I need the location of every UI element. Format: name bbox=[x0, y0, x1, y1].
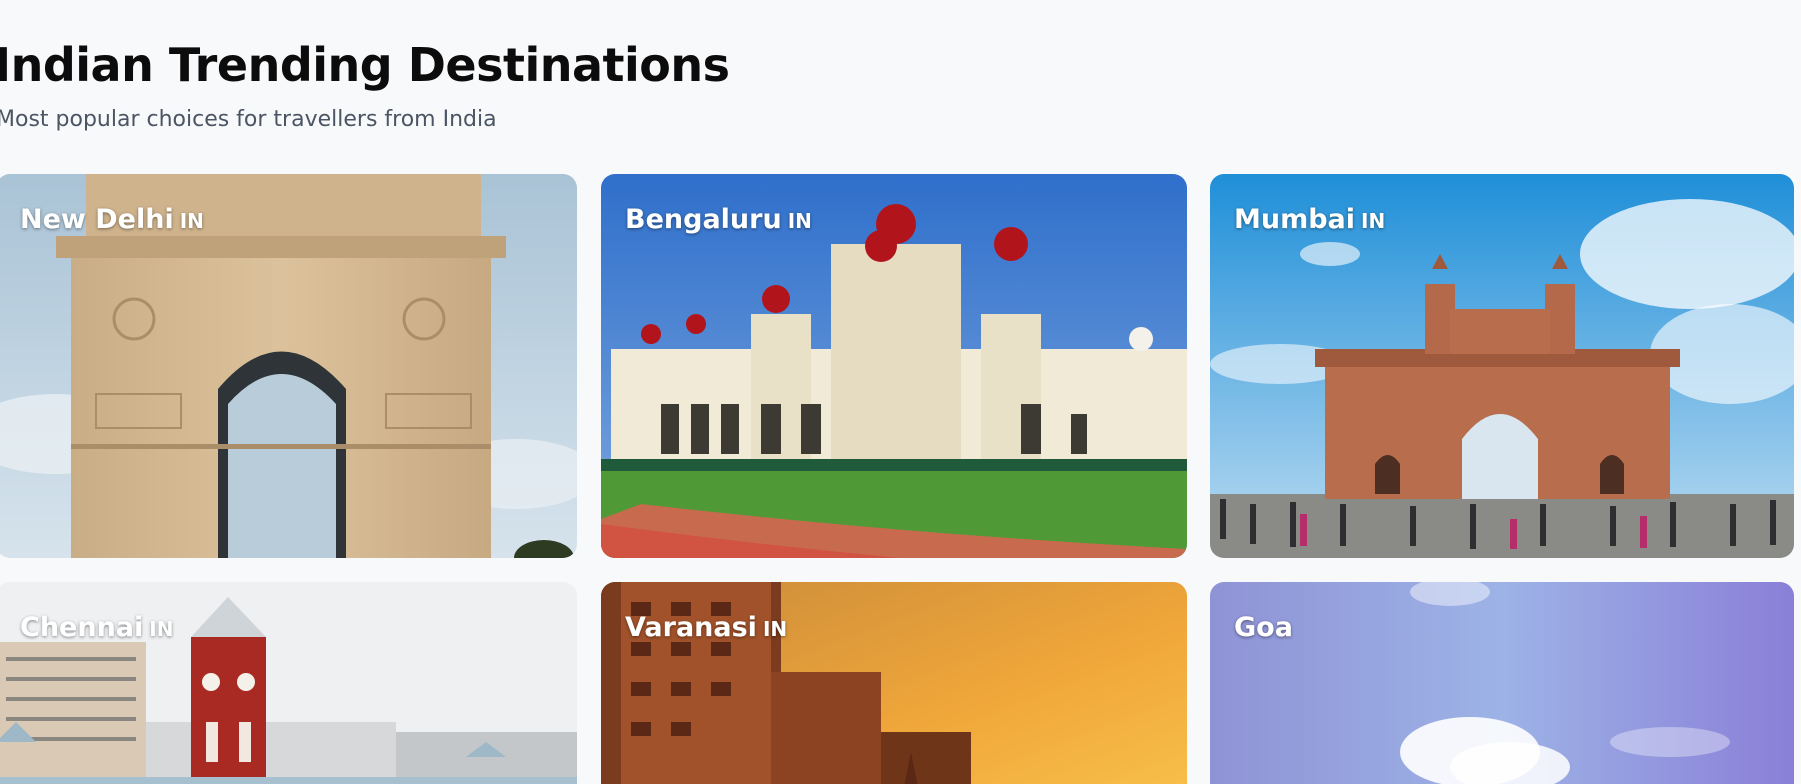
country-code: IN bbox=[762, 617, 788, 641]
destination-name: Chennai bbox=[20, 612, 144, 643]
section-title: Indian Trending Destinations bbox=[0, 38, 730, 92]
destination-label: Goa bbox=[1234, 612, 1299, 643]
destination-label: Mumbai IN bbox=[1234, 204, 1385, 235]
destination-name: New Delhi bbox=[20, 204, 174, 235]
destination-card-goa[interactable]: Goa bbox=[1210, 582, 1794, 784]
destination-label: Chennai IN bbox=[20, 612, 173, 643]
country-code: IN bbox=[1361, 209, 1386, 233]
country-code: IN bbox=[179, 209, 204, 233]
destination-label: Varanasi IN bbox=[625, 612, 787, 643]
country-code: IN bbox=[149, 617, 174, 641]
destination-name: Varanasi bbox=[625, 612, 757, 643]
destination-card-bengaluru[interactable]: Bengaluru IN bbox=[601, 174, 1187, 558]
destination-card-chennai[interactable]: Chennai IN bbox=[0, 582, 577, 784]
destination-card-varanasi[interactable]: Varanasi IN bbox=[601, 582, 1187, 784]
destination-name: Goa bbox=[1234, 612, 1293, 643]
destination-card-mumbai[interactable]: Mumbai IN bbox=[1210, 174, 1794, 558]
section-subtitle: Most popular choices for travellers from… bbox=[0, 107, 497, 132]
trending-destinations-section: Indian Trending Destinations Most popula… bbox=[0, 0, 1801, 784]
destination-label: Bengaluru IN bbox=[625, 204, 812, 235]
country-code: IN bbox=[787, 209, 812, 233]
destination-card-new-delhi[interactable]: New Delhi IN bbox=[0, 174, 577, 558]
destination-name: Mumbai bbox=[1234, 204, 1356, 235]
destination-label: New Delhi IN bbox=[20, 204, 204, 235]
destination-name: Bengaluru bbox=[625, 204, 782, 235]
